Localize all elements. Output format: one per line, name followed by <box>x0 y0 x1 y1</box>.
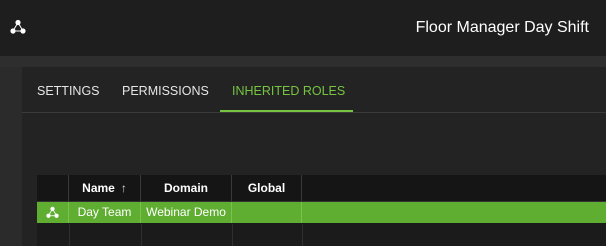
role-panel: SETTINGS PERMISSIONS INHERITED ROLES Nam… <box>22 67 606 246</box>
column-header-name[interactable]: Name ↑ <box>69 175 141 201</box>
inherited-roles-table: Name ↑ Domain Global Day Team Webinar Dem… <box>37 175 606 246</box>
cell-domain: Webinar Demo <box>141 202 232 223</box>
tab-bar: SETTINGS PERMISSIONS INHERITED ROLES <box>22 67 606 113</box>
cell-global <box>232 202 302 223</box>
window-title: Floor Manager Day Shift <box>415 19 589 36</box>
tab-settings[interactable]: SETTINGS <box>37 81 100 101</box>
tab-permissions[interactable]: PERMISSIONS <box>122 81 209 101</box>
empty-row-area <box>232 224 303 246</box>
top-bar: Floor Manager Day Shift <box>0 0 606 56</box>
column-header-global[interactable]: Global <box>232 175 302 201</box>
table-row[interactable]: Day Team Webinar Demo <box>37 202 606 223</box>
cell-name: Day Team <box>69 202 141 223</box>
sort-ascending-icon: ↑ <box>120 181 127 195</box>
triad-circles-icon[interactable] <box>10 19 26 35</box>
empty-row-area <box>141 224 233 246</box>
row-icon-cell <box>37 202 69 223</box>
empty-row-area <box>69 224 142 246</box>
icon-column-header <box>37 175 69 201</box>
triad-circles-icon <box>46 206 59 218</box>
table-header: Name ↑ Domain Global <box>37 175 606 202</box>
toolbar-strip <box>0 56 606 67</box>
tab-inherited-roles[interactable]: INHERITED ROLES <box>232 81 345 101</box>
empty-row-area <box>37 224 70 246</box>
active-tab-indicator <box>220 110 353 112</box>
column-header-label: Name <box>82 181 115 195</box>
column-header-domain[interactable]: Domain <box>141 175 232 201</box>
